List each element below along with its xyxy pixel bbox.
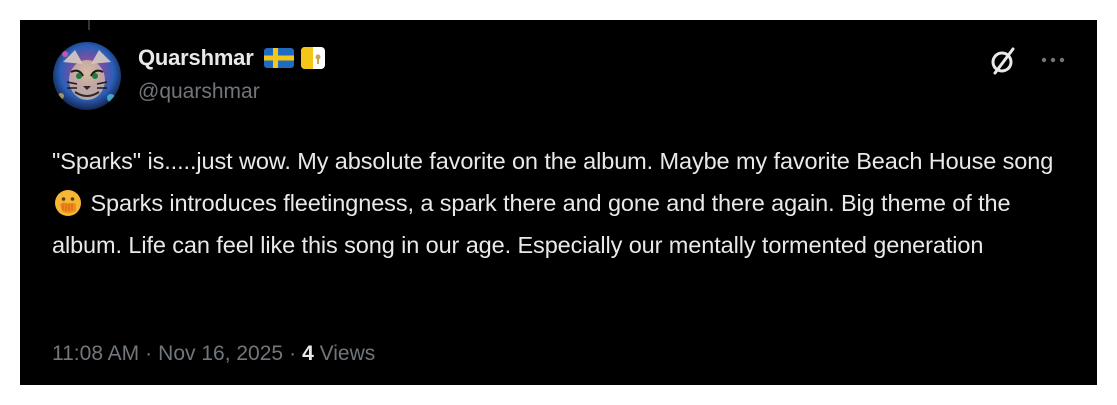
more-dots-icon[interactable] xyxy=(1036,47,1070,73)
tweet-text-part2: Sparks introduces fleetingness, a spark … xyxy=(52,190,1011,258)
author-name-row: Quarshmar xyxy=(138,43,326,73)
tweet-text: "Sparks" is.....just wow. My absolute fa… xyxy=(52,140,1082,266)
tweet-card: Quarshmar @quarshmar "Sparks" is.....jus… xyxy=(20,20,1097,385)
grok-slash-icon[interactable] xyxy=(988,46,1018,76)
face-with-hand-over-mouth-emoji xyxy=(54,188,82,216)
sweden-flag-icon xyxy=(263,48,294,68)
author-handle[interactable]: @quarshmar xyxy=(138,80,260,104)
tweet-meta: 11:08 AM · Nov 16, 2025 · 4 Views xyxy=(52,342,375,366)
vatican-flag-icon xyxy=(300,45,326,71)
thread-connector-line xyxy=(88,20,90,30)
tweet-time[interactable]: 11:08 AM xyxy=(52,342,139,366)
meta-separator: · xyxy=(289,342,297,365)
tweet-date[interactable]: Nov 16, 2025 xyxy=(158,342,283,366)
author-display-name[interactable]: Quarshmar xyxy=(138,45,254,71)
views-count: 4 xyxy=(302,342,314,365)
tweet-text-part1: "Sparks" is.....just wow. My absolute fa… xyxy=(52,148,1054,174)
views-label: Views xyxy=(319,342,376,365)
meta-separator: · xyxy=(145,342,153,365)
avatar[interactable] xyxy=(53,42,121,110)
